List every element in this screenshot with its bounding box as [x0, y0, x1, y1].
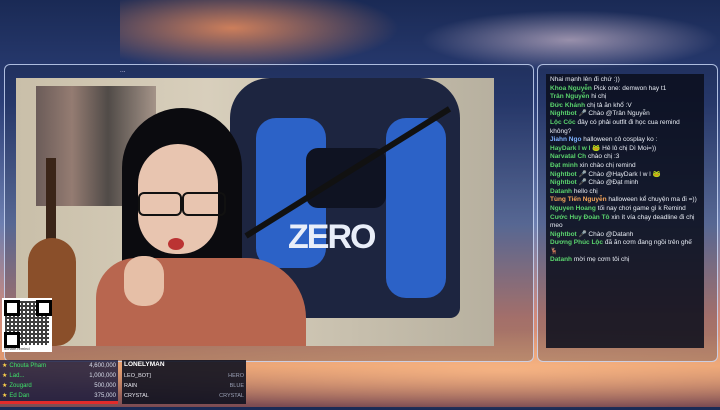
chat-panel[interactable]: Nhai mạnh lên đi chứ :)) Khoa Nguyễn Pick… — [546, 74, 704, 348]
chat-message: Nightbot 🎤 Chào @Đạt minh — [550, 179, 700, 188]
donation-amount: 500,000 — [94, 383, 116, 389]
chair-logo: ZERO — [288, 218, 376, 256]
chat-text: chị tả ăn khổ :V — [586, 101, 632, 109]
star-icon: ★ — [2, 373, 8, 379]
chat-username[interactable]: Datanh — [550, 256, 572, 263]
chat-message: Narvatal Ch chào chị :3 — [550, 153, 700, 162]
star-icon: ★ — [2, 383, 8, 389]
chat-text: tối nay chơi game gì k Remind — [597, 204, 686, 212]
chat-username[interactable]: Nightbot — [550, 231, 577, 238]
donor-name: Zougard — [9, 383, 32, 389]
chat-message: Tùng Tiến Nguyễn halloween kể chuyện ma … — [550, 196, 700, 205]
leaderboard-row: RAIN BLUE — [124, 382, 244, 390]
guitar-neck — [46, 158, 56, 248]
donation-row: ★ Chouta Pham 4,600,000 — [2, 362, 116, 371]
chat-username[interactable]: Nightbot — [550, 171, 577, 178]
chat-text: hi chị — [591, 93, 607, 101]
qr-finder-top-left — [4, 300, 20, 316]
chat-text: Nhai mạnh lên đi chứ :)) — [550, 76, 620, 83]
chat-username[interactable]: Datanh — [550, 188, 572, 195]
donor-name: Ed Dan — [9, 393, 30, 399]
leaderboard-name: CRYSTAL — [124, 393, 149, 399]
donation-list: ★ Chouta Pham 4,600,000 ★ Lad... 1,000,000… — [0, 360, 118, 404]
chat-message: Nightbot 🎤 Chào @Datanh — [550, 231, 700, 240]
chat-text: xin chào chị remind — [579, 161, 636, 169]
donation-amount: 375,000 — [94, 393, 116, 399]
donation-amount: 4,600,000 — [89, 363, 116, 369]
star-icon: ★ — [2, 393, 8, 399]
chat-message: Đạt minh xin chào chị remind — [550, 162, 700, 171]
leaderboard-name: LEO_BOT] — [124, 373, 151, 379]
chat-username[interactable]: Cước Huy Đoàn Tô — [550, 214, 610, 221]
sky-cloud-pink — [420, 10, 720, 70]
donation-row: ★ Zougard 500,000 — [2, 382, 116, 391]
chat-text: 🎤 Chào @HayDark l w l 🐸 — [578, 170, 661, 178]
chat-username[interactable]: Dương Phúc Lộc — [550, 239, 603, 246]
star-icon: ★ — [2, 363, 8, 369]
leaderboard-name: RAIN — [124, 383, 138, 389]
chat-username[interactable]: Jiahn Ngo — [550, 136, 581, 143]
donor-name: Chouta Pham — [9, 363, 47, 369]
chat-username[interactable]: Trân Nguyễn — [550, 93, 589, 100]
chat-message: Nightbot 🎤 Chào @Trân Nguyễn — [550, 110, 700, 119]
marquee-text: ... — [120, 68, 126, 74]
glasses — [134, 192, 226, 216]
chat-text: chào chị :3 — [587, 153, 620, 161]
chat-message: Trân Nguyễn hi chị — [550, 93, 700, 102]
chat-text: mời mẹ cơm tôi chị — [573, 256, 630, 264]
chat-text: halloween kể chuyện ma đi =)) — [608, 196, 697, 204]
chat-username[interactable]: Đạt minh — [550, 162, 578, 169]
streamer-mouth — [168, 238, 184, 250]
leaderboard-row: CRYSTAL CRYSTAL — [124, 392, 244, 400]
leaderboard-rank: HERO — [228, 373, 244, 379]
chat-text: 🎤 Chào @Trân Nguyễn — [578, 110, 650, 118]
chat-username[interactable]: Nguyen Hoang — [550, 205, 596, 212]
chat-message: Lộc Cốc đây có phải outfit đi học cua re… — [550, 119, 700, 136]
webcam-view: ZERO — [16, 78, 494, 346]
chat-message: HayDark l w l 🐸 Hê lô chị Dì Moi=)) — [550, 145, 700, 154]
chat-username[interactable]: Khoa Nguyễn — [550, 85, 592, 92]
chat-message: Khoa Nguyễn Pick one: demwon hay t1 — [550, 85, 700, 94]
donate-qr-code: donate.remind — [2, 298, 52, 352]
leaderboard: LONELYMAN LEO_BOT] HERO RAIN BLUE CRYSTA… — [122, 360, 246, 404]
chat-text: 🎤 Chào @Đạt minh — [578, 179, 639, 187]
chat-message: Dương Phúc Lộc đã ăn cơm đang ngồi trên … — [550, 239, 700, 256]
donor-name: Lad... — [9, 373, 25, 379]
donation-amount: 1,000,000 — [89, 373, 116, 379]
chat-username[interactable]: Lộc Cốc — [550, 119, 576, 126]
leaderboard-row: LEO_BOT] HERO — [124, 372, 244, 380]
chat-message: Cước Huy Đoàn Tô xin ít vía chạy deadlin… — [550, 214, 700, 231]
chat-text: 🐸 Hê lô chị Dì Moi=)) — [592, 144, 657, 152]
leaderboard-rank: CRYSTAL — [219, 393, 244, 399]
leaderboard-title: LONELYMAN — [124, 361, 165, 368]
chat-message: Nhai mạnh lên đi chứ :)) — [550, 76, 700, 85]
chat-text: Pick one: demwon hay t1 — [593, 84, 667, 92]
chat-message: Nightbot 🎤 Chào @HayDark l w l 🐸 — [550, 171, 700, 180]
chat-text: halloween cô cosplay ko : — [583, 136, 658, 144]
chat-username[interactable]: Đức Khánh — [550, 102, 585, 109]
qr-finder-top-right — [36, 300, 52, 316]
donation-progress-bar — [0, 401, 118, 404]
glasses-lens-left — [138, 192, 182, 216]
chat-username[interactable]: Narvatal Ch — [550, 153, 586, 160]
leaderboard-rank: BLUE — [229, 383, 244, 389]
glasses-lens-right — [182, 192, 226, 216]
chat-text: 🎤 Chào @Datanh — [578, 230, 634, 238]
chat-message: Nguyen Hoang tối nay chơi game gì k Remi… — [550, 205, 700, 214]
chat-username[interactable]: Tùng Tiến Nguyễn — [550, 196, 607, 203]
chat-username[interactable]: HayDark l w l — [550, 145, 590, 152]
chat-text: hello chị — [573, 187, 598, 195]
streamer-hand — [124, 256, 164, 306]
chat-username[interactable]: Nightbot — [550, 110, 577, 117]
donation-row: ★ Lad... 1,000,000 — [2, 372, 116, 381]
qr-caption: donate.remind — [4, 346, 30, 351]
chat-message: Jiahn Ngo halloween cô cosplay ko : — [550, 136, 700, 145]
chat-message: Datanh mời mẹ cơm tôi chị — [550, 256, 700, 265]
chat-username[interactable]: Nightbot — [550, 179, 577, 186]
sky-cloud-orange — [120, 0, 400, 70]
donation-row: ★ Ed Dan 375,000 — [2, 392, 116, 401]
